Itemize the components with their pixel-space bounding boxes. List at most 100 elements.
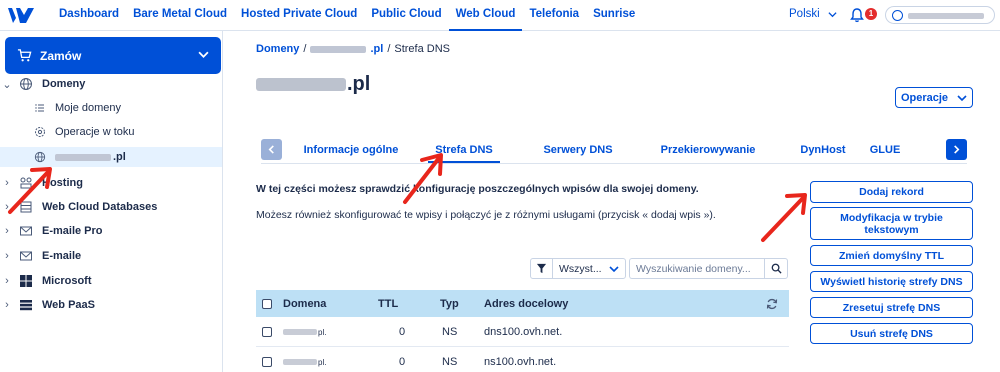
sidebar-item-hosting[interactable]: › Hosting xyxy=(0,173,222,193)
sidebar-item-web-paas[interactable]: › Web PaaS xyxy=(0,295,222,315)
cell-ttl: 0 xyxy=(399,326,406,338)
sidebar-item-email-pro[interactable]: › E-maile Pro xyxy=(0,221,222,241)
table-header: Domena TTL Typ Adres docelowy xyxy=(256,290,789,317)
sidebar-item-label: Operacje w toku xyxy=(55,126,135,138)
chevron-right-icon[interactable]: › xyxy=(0,225,14,237)
column-header-ttl[interactable]: TTL xyxy=(378,290,398,317)
sidebar-item-label: Domeny xyxy=(42,78,86,90)
domain-redacted xyxy=(283,329,317,335)
cart-icon xyxy=(17,49,32,62)
chevron-right-icon[interactable]: › xyxy=(0,299,14,311)
dns-zone-history-button[interactable]: Wyświetl historię strefy DNS xyxy=(810,271,973,292)
add-record-button[interactable]: Dodaj rekord xyxy=(810,181,973,203)
domain-suffix: pl. xyxy=(318,327,327,337)
sidebar-item-microsoft[interactable]: › Microsoft xyxy=(0,271,222,291)
sidebar-item-label: Moje domeny xyxy=(55,102,122,114)
sidebar-item-email[interactable]: › E-maile xyxy=(0,246,222,266)
domain-search-input[interactable] xyxy=(629,258,764,279)
sidebar-item-label: Microsoft xyxy=(42,275,92,287)
cell-target: dns100.ovh.net. xyxy=(484,326,563,338)
globe-icon xyxy=(20,78,32,90)
tab-dns-zone[interactable]: Strefa DNS xyxy=(428,137,500,163)
chevron-down-icon xyxy=(609,265,619,272)
nav-link-web-cloud[interactable]: Web Cloud xyxy=(448,0,523,31)
sidebar-item-current-domain[interactable]: .pl xyxy=(0,147,222,167)
search-button[interactable] xyxy=(764,258,788,279)
nav-link-sunrise[interactable]: Sunrise xyxy=(586,0,642,31)
type-filter-select[interactable]: Wszyst... xyxy=(530,258,626,279)
domain-suffix: pl. xyxy=(318,357,327,367)
cell-type: NS xyxy=(442,326,458,338)
page-title-redacted xyxy=(256,78,346,91)
row-checkbox[interactable] xyxy=(262,327,272,337)
filter-icon xyxy=(531,259,553,278)
bell-icon[interactable] xyxy=(849,7,865,23)
sidebar-item-label: E-maile Pro xyxy=(42,225,103,237)
tab-general-info[interactable]: Informacje ogólne xyxy=(296,137,406,163)
windows-icon xyxy=(20,275,32,287)
gear-icon xyxy=(35,127,45,137)
database-icon xyxy=(20,201,32,213)
cell-domain: pl. xyxy=(283,348,326,372)
breadcrumb-domains[interactable]: Domeny xyxy=(256,43,299,55)
sidebar-item-web-cloud-databases[interactable]: › Web Cloud Databases xyxy=(0,197,222,217)
chevron-right-icon[interactable]: › xyxy=(0,250,14,262)
language-selector[interactable]: Polski xyxy=(789,8,837,20)
main-content: Domeny / .pl / Strefa DNS .pl Operacje I… xyxy=(224,31,1000,372)
refresh-icon[interactable] xyxy=(766,290,778,317)
top-navigation: Dashboard Bare Metal Cloud Hosted Privat… xyxy=(0,0,1000,31)
description-text: Możesz również skonfigurować te wpisy i … xyxy=(256,209,716,221)
column-header-type[interactable]: Typ xyxy=(440,290,459,317)
chevron-down-icon[interactable]: ⌄ xyxy=(0,78,14,91)
tabs-prev-button[interactable] xyxy=(261,139,282,160)
operations-button[interactable]: Operacje xyxy=(895,87,973,108)
row-checkbox-cell xyxy=(262,318,272,346)
sidebar-item-domains[interactable]: ⌄ Domeny xyxy=(0,74,222,94)
nav-link-hosted-private-cloud[interactable]: Hosted Private Cloud xyxy=(234,0,364,31)
ovh-logo-icon[interactable] xyxy=(7,6,35,24)
reset-dns-zone-button[interactable]: Zresetuj strefę DNS xyxy=(810,297,973,318)
nav-link-telefonia[interactable]: Telefonia xyxy=(522,0,586,31)
tab-redirection[interactable]: Przekierowywanie xyxy=(654,137,762,163)
user-name-redacted xyxy=(908,13,984,19)
breadcrumb-separator: / xyxy=(303,43,307,55)
sidebar: Zamów ⌄ Domeny Moje domeny Operacje w to… xyxy=(0,31,223,372)
delete-dns-zone-button[interactable]: Usuń strefę DNS xyxy=(810,323,973,344)
nav-link-dashboard[interactable]: Dashboard xyxy=(52,0,126,31)
tab-dns-servers[interactable]: Serwery DNS xyxy=(538,137,618,163)
nav-links: Dashboard Bare Metal Cloud Hosted Privat… xyxy=(52,0,642,31)
chevron-right-icon[interactable]: › xyxy=(0,275,14,287)
globe-icon xyxy=(34,151,46,163)
domain-suffix: .pl xyxy=(113,151,126,163)
select-all-checkbox[interactable] xyxy=(262,298,272,309)
select-all-checkbox-cell xyxy=(262,290,272,317)
search-icon xyxy=(771,263,782,274)
sidebar-item-label: Web PaaS xyxy=(42,299,95,311)
sidebar-item-label: E-maile xyxy=(42,250,82,262)
breadcrumb-domain-suffix[interactable]: .pl xyxy=(370,43,383,55)
change-default-ttl-button[interactable]: Zmień domyślny TTL xyxy=(810,245,973,266)
chevron-right-icon[interactable]: › xyxy=(0,201,14,213)
chevron-right-icon[interactable]: › xyxy=(0,177,14,189)
nav-link-bare-metal-cloud[interactable]: Bare Metal Cloud xyxy=(126,0,234,31)
tab-dynhost[interactable]: DynHost xyxy=(792,137,854,163)
sidebar-item-operations[interactable]: Operacje w toku xyxy=(0,122,222,142)
filter-label: Wszyst... xyxy=(559,262,602,275)
table-row: pl. 0 NS dns100.ovh.net. xyxy=(256,318,789,347)
text-mode-edit-button[interactable]: Modyfikacja w trybie tekstowym xyxy=(810,207,973,240)
tab-glue[interactable]: GLUE xyxy=(862,137,908,163)
row-checkbox-cell xyxy=(262,348,272,372)
order-button[interactable]: Zamów xyxy=(5,37,221,74)
row-checkbox[interactable] xyxy=(262,357,272,367)
breadcrumb-domain-redacted[interactable] xyxy=(310,45,367,53)
column-header-target[interactable]: Adres docelowy xyxy=(484,290,568,317)
nav-link-public-cloud[interactable]: Public Cloud xyxy=(364,0,448,31)
tabs-next-button[interactable] xyxy=(946,139,967,160)
column-header-domain[interactable]: Domena xyxy=(283,290,326,317)
chevron-down-icon xyxy=(198,51,209,58)
sidebar-item-label: Web Cloud Databases xyxy=(42,201,158,213)
chevron-left-icon xyxy=(268,145,274,154)
user-menu[interactable] xyxy=(885,6,995,24)
sidebar-item-my-domains[interactable]: Moje domeny xyxy=(0,98,222,118)
cell-type: NS xyxy=(442,356,458,368)
